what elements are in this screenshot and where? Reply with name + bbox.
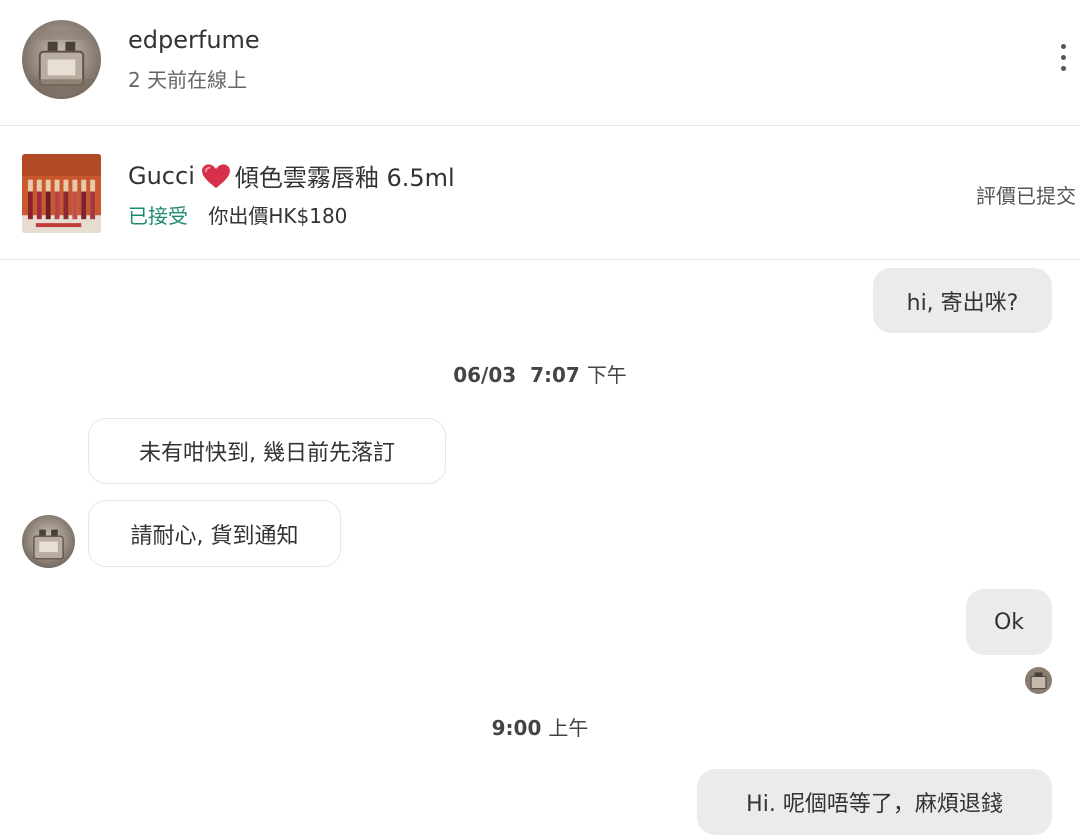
last-seen-status: 2 天前在線上 bbox=[128, 68, 248, 92]
message-bubble-outgoing[interactable]: Ok bbox=[966, 589, 1052, 655]
review-status[interactable]: 評價已提交 bbox=[976, 180, 1076, 209]
chat-header: edperfume 2 天前在線上 bbox=[0, 0, 1080, 126]
red-heart-icon bbox=[201, 163, 231, 189]
message-text: 未有咁快到, 幾日前先落訂 bbox=[139, 441, 395, 466]
timestamp-date: 06/03 bbox=[453, 363, 517, 387]
timestamp-time: 7:07 bbox=[530, 363, 580, 387]
message-timestamp: 06/03 7:07 下午 bbox=[0, 359, 1080, 388]
message-text: hi, 寄出咪? bbox=[906, 290, 1019, 316]
listing-card[interactable]: Gucci 傾色雲霧唇釉 6.5ml 已接受 你出價HK$180 評價已提交 bbox=[0, 126, 1080, 260]
chat-screen: edperfume 2 天前在線上 Gucci 傾色雲霧唇釉 6.5ml 已接受… bbox=[0, 0, 1080, 840]
message-bubble-incoming[interactable]: 未有咁快到, 幾日前先落訂 bbox=[88, 418, 446, 484]
listing-title[interactable]: Gucci 傾色雲霧唇釉 6.5ml bbox=[128, 158, 455, 193]
offer-price: 你出價HK$180 bbox=[208, 204, 348, 228]
vertical-ellipsis-icon[interactable] bbox=[1048, 38, 1078, 78]
listing-name: 傾色雲霧唇釉 6.5ml bbox=[234, 164, 455, 192]
listing-thumbnail[interactable] bbox=[22, 154, 101, 233]
lipstick-product-image bbox=[22, 154, 101, 233]
perfume-bottle-avatar-icon bbox=[22, 20, 101, 99]
seller-avatar[interactable] bbox=[22, 20, 101, 99]
seller-username[interactable]: edperfume bbox=[128, 26, 260, 54]
perfume-bottle-avatar-icon bbox=[22, 515, 75, 568]
perfume-bottle-avatar-icon bbox=[1025, 667, 1052, 694]
offer-status-line: 已接受 你出價HK$180 bbox=[128, 200, 347, 229]
status-badge: 已接受 bbox=[128, 204, 188, 228]
message-text: Ok bbox=[993, 609, 1025, 635]
read-receipt-avatar bbox=[1025, 667, 1052, 694]
sender-avatar[interactable] bbox=[22, 515, 75, 568]
timestamp-period: 上午 bbox=[548, 716, 589, 740]
message-bubble-outgoing[interactable]: Hi. 呢個唔等了，麻煩退錢 bbox=[697, 769, 1052, 835]
message-text: 請耐心, 貨到通知 bbox=[130, 523, 299, 549]
message-timestamp: 9:00 上午 bbox=[0, 712, 1080, 741]
timestamp-time: 9:00 bbox=[491, 716, 542, 740]
message-text: Hi. 呢個唔等了，麻煩退錢 bbox=[746, 792, 1003, 817]
message-bubble-incoming[interactable]: 請耐心, 貨到通知 bbox=[88, 500, 341, 567]
message-bubble-outgoing[interactable]: hi, 寄出咪? bbox=[873, 268, 1052, 333]
timestamp-period: 下午 bbox=[586, 363, 627, 387]
listing-brand: Gucci bbox=[128, 161, 195, 190]
